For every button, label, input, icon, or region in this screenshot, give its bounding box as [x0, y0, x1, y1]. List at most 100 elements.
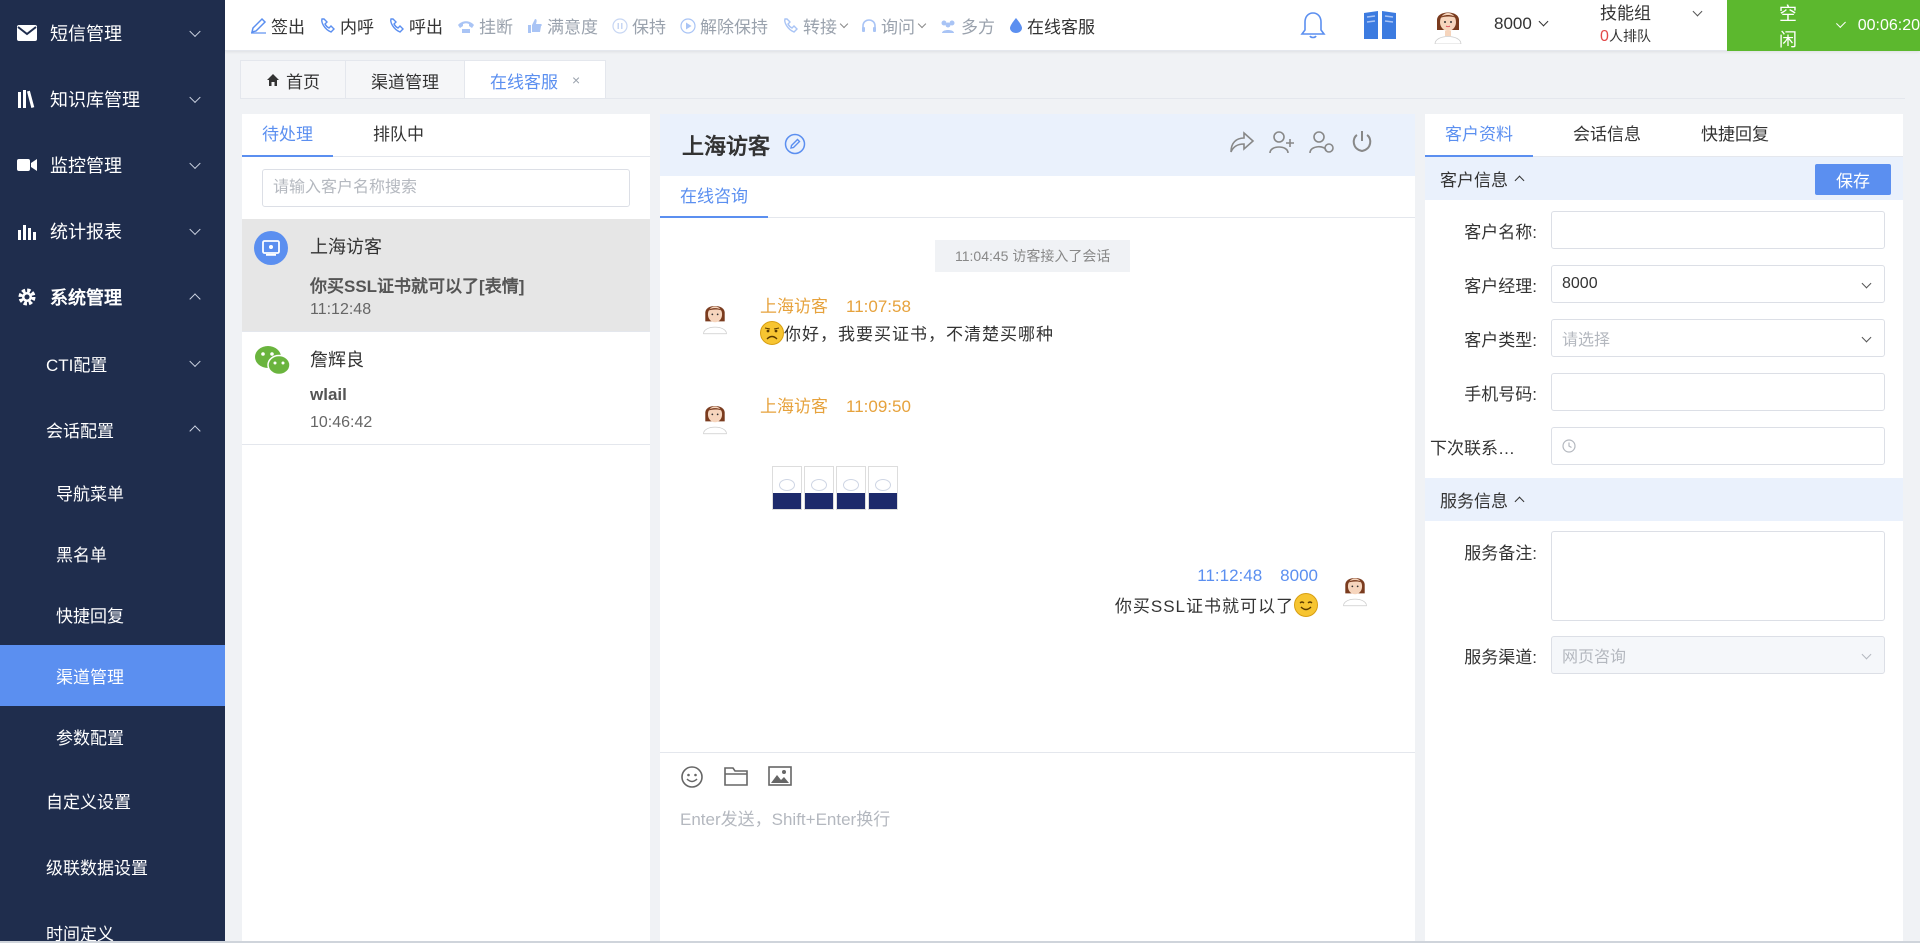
- hangup-button[interactable]: 挂断: [457, 13, 513, 38]
- save-button[interactable]: 保存: [1815, 164, 1891, 195]
- field-label: 服务备注:: [1464, 544, 1537, 563]
- consult-button[interactable]: 询问: [861, 13, 927, 38]
- outbound-call-button[interactable]: 呼出: [388, 13, 443, 38]
- online-service-button[interactable]: 在线客服: [1009, 13, 1095, 38]
- image-thumbnail: [772, 466, 802, 510]
- call-actions: 签出 内呼 呼出 挂断 满意度 保持 解除保持 转接 询问 多方 在线客服: [250, 0, 1109, 51]
- form-row-customer-type: 客户类型: 请选择: [1425, 308, 1903, 362]
- tab-session-info[interactable]: 会话信息: [1553, 114, 1661, 156]
- message-bubble: 你买SSL证书就可以了: [1115, 592, 1318, 617]
- agent-avatar[interactable]: [1431, 6, 1465, 45]
- sidebar-item-reports[interactable]: 统计报表: [0, 198, 225, 264]
- tab-quick-reply[interactable]: 快捷回复: [1681, 114, 1789, 156]
- edit-icon[interactable]: [784, 133, 806, 158]
- customer-section-header[interactable]: 客户信息 保存: [1425, 157, 1903, 200]
- tab-channel-management[interactable]: 渠道管理: [345, 60, 465, 99]
- sidebar-item-cti[interactable]: CTI配置: [0, 330, 225, 396]
- field-label: 手机号码:: [1464, 385, 1537, 404]
- field-label: 下次联系…: [1430, 439, 1515, 458]
- section-title: 服务信息: [1440, 492, 1508, 511]
- next-contact-datepicker[interactable]: [1551, 427, 1885, 465]
- sidebar-item-label: 黑名单: [56, 546, 107, 565]
- tab-label: 在线客服: [490, 72, 558, 92]
- image-thumbnail: [868, 466, 898, 510]
- folder-icon[interactable]: [724, 765, 748, 792]
- forward-icon[interactable]: [1229, 130, 1255, 157]
- unhold-button[interactable]: 解除保持: [680, 13, 768, 38]
- group-icon: [941, 20, 955, 33]
- compose-area: [660, 752, 1415, 943]
- service-remark-field[interactable]: [1551, 531, 1885, 621]
- message-sender: 上海访客: [760, 297, 828, 316]
- sidebar-item-nav-menu[interactable]: 导航菜单: [0, 462, 225, 523]
- list-item[interactable]: 上海访客 你买SSL证书就可以了[表情] 11:12:48: [242, 219, 650, 332]
- sidebar-item-time-definition[interactable]: 时间定义: [0, 899, 225, 943]
- close-icon[interactable]: ×: [572, 72, 580, 88]
- avatar: [1340, 570, 1370, 608]
- online-service-label: 在线客服: [1027, 18, 1095, 37]
- skill-group-title: 技能组: [1600, 4, 1651, 23]
- sidebar-item-custom-settings[interactable]: 自定义设置: [0, 767, 225, 833]
- system-note: 11:04:45 访客接入了会话: [935, 240, 1131, 272]
- sidebar-item-monitor[interactable]: 监控管理: [0, 132, 225, 198]
- sidebar-item-blacklist[interactable]: 黑名单: [0, 523, 225, 584]
- session-tabs: 待处理 排队中: [242, 114, 650, 157]
- phone-field[interactable]: [1551, 373, 1885, 411]
- sidebar-item-param-config[interactable]: 参数配置: [0, 706, 225, 767]
- tab-customer-info[interactable]: 客户资料: [1425, 114, 1533, 157]
- sidebar-item-knowledge[interactable]: 知识库管理: [0, 66, 225, 132]
- list-item[interactable]: 詹辉良 wlail 10:46:42: [242, 332, 650, 445]
- image-thumbnail: [836, 466, 866, 510]
- tab-online-service[interactable]: 在线客服 ×: [464, 60, 607, 99]
- customer-manager-select[interactable]: 8000: [1551, 265, 1885, 303]
- sidebar-item-cascade-data[interactable]: 级联数据设置: [0, 833, 225, 899]
- transfer-button[interactable]: 转接: [782, 13, 849, 38]
- phone-icon: [390, 18, 404, 33]
- internal-call-button[interactable]: 内呼: [319, 13, 374, 38]
- agent-status-dropdown[interactable]: 空闲 00:06:20: [1727, 0, 1920, 51]
- session-time: 11:12:48: [310, 301, 372, 318]
- satisfaction-button[interactable]: 满意度: [527, 13, 598, 38]
- tab-queued[interactable]: 排队中: [353, 114, 444, 156]
- service-section-header[interactable]: 服务信息: [1425, 478, 1903, 521]
- conference-button[interactable]: 多方: [939, 13, 995, 38]
- tab-online-consult[interactable]: 在线咨询: [660, 176, 768, 218]
- transfer-icon: [784, 18, 798, 33]
- conference-label: 多方: [961, 18, 995, 37]
- form-row-phone: 手机号码:: [1425, 362, 1903, 416]
- add-user-icon[interactable]: [1269, 130, 1295, 157]
- bell-icon[interactable]: [1300, 11, 1326, 42]
- tab-home[interactable]: 首页: [240, 60, 346, 99]
- sidebar-item-channel-management[interactable]: 渠道管理: [0, 645, 225, 706]
- phone-icon: [321, 18, 335, 33]
- power-icon[interactable]: [1349, 130, 1375, 157]
- hold-button[interactable]: 保持: [612, 13, 666, 38]
- image-attachment[interactable]: [772, 466, 900, 510]
- image-icon[interactable]: [768, 765, 792, 792]
- sidebar-item-system[interactable]: 系统管理: [0, 264, 225, 330]
- chat-subtabs: 在线咨询: [660, 176, 1415, 218]
- chevron-down-icon[interactable]: [1692, 6, 1703, 17]
- sidebar-item-sms[interactable]: 短信管理: [0, 0, 225, 66]
- clock-icon: [1562, 439, 1576, 453]
- customer-search-input[interactable]: [262, 169, 630, 207]
- chevron-down-icon: [839, 19, 849, 28]
- service-channel-select[interactable]: 网页咨询: [1551, 636, 1885, 674]
- user-link-icon[interactable]: [1309, 130, 1335, 157]
- customer-type-select[interactable]: 请选择: [1551, 319, 1885, 357]
- customer-name-field[interactable]: [1551, 211, 1885, 249]
- sidebar-item-session-config[interactable]: 会话配置: [0, 396, 225, 462]
- emoji-icon[interactable]: [680, 765, 704, 792]
- tab-pending[interactable]: 待处理: [242, 114, 333, 157]
- book-icon[interactable]: [1362, 9, 1398, 44]
- skill-group[interactable]: 技能组 0人排队: [1600, 2, 1651, 47]
- compose-toolbar: [680, 765, 812, 792]
- sidebar-item-quick-reply[interactable]: 快捷回复: [0, 584, 225, 645]
- bar-chart-icon: [16, 220, 38, 242]
- sign-out-button[interactable]: 签出: [250, 13, 305, 38]
- message-input[interactable]: [680, 805, 1395, 925]
- extension-dropdown[interactable]: 8000: [1494, 14, 1549, 34]
- sidebar-item-label: 级联数据设置: [46, 858, 148, 878]
- message-time: 11:09:50: [846, 397, 911, 416]
- tabs-divider: [240, 98, 1905, 99]
